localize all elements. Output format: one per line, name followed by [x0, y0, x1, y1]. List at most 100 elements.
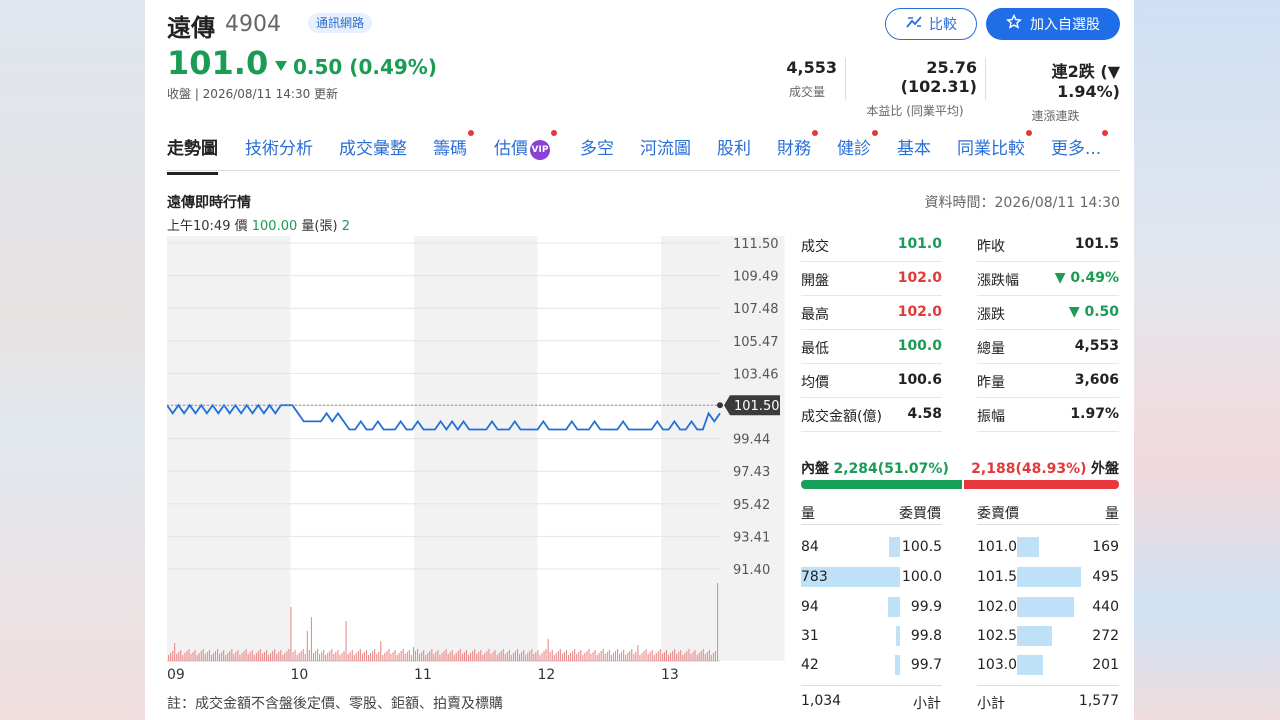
- orderbook-row: 31 99.8 102.5 272: [801, 626, 1119, 656]
- bid-price[interactable]: 99.7: [900, 657, 942, 673]
- volume-bar: [568, 655, 570, 661]
- volume-bar: [690, 654, 692, 661]
- volume-bar: [519, 654, 521, 661]
- tab-long-short[interactable]: 多空: [580, 134, 614, 159]
- volume-bar: [445, 649, 447, 661]
- volume-bar: [706, 652, 708, 661]
- volume-bar: [543, 651, 545, 661]
- volume-bar: [453, 655, 455, 661]
- volume-bar: [600, 651, 602, 661]
- ask-price[interactable]: 102.0: [977, 599, 1017, 615]
- volume-bar: [323, 650, 325, 661]
- tab-river-chart[interactable]: 河流圖: [640, 134, 691, 159]
- ask-price[interactable]: 103.0: [977, 657, 1017, 673]
- volume-bar: [259, 649, 261, 661]
- bid-price[interactable]: 100.5: [900, 539, 942, 555]
- tab-valuation[interactable]: 估價 VIP: [494, 130, 557, 160]
- volume-bar: [406, 652, 408, 661]
- orderbook-row: 94 99.9 102.0 440: [801, 597, 1119, 627]
- tab-peer-compare[interactable]: 同業比較: [957, 130, 1032, 159]
- volume-bar: [490, 654, 492, 661]
- volume-bar: [235, 652, 237, 661]
- tab-dividend[interactable]: 股利: [717, 134, 751, 159]
- quote-value: 100.6: [897, 372, 942, 388]
- volume-bar: [584, 653, 586, 661]
- volume-bar: [210, 655, 212, 661]
- volume-bar: [674, 649, 676, 661]
- volume-bar: [523, 650, 525, 661]
- volume-bar: [678, 652, 680, 661]
- bid-price[interactable]: 99.9: [900, 599, 942, 615]
- y-tick-label: 111.50: [733, 237, 779, 252]
- volume-bar: [398, 653, 400, 661]
- volume-bar: [376, 654, 378, 661]
- ask-price[interactable]: 102.5: [977, 628, 1017, 644]
- volume-bar: [655, 653, 657, 661]
- quote-value: 102.0: [897, 270, 942, 286]
- volume-bar: [245, 649, 247, 661]
- ask-price[interactable]: 101.5: [977, 569, 1017, 585]
- tab-more[interactable]: 更多...: [1051, 130, 1109, 159]
- quote-value: 3,606: [1074, 372, 1119, 388]
- tick-volume: 2: [341, 219, 350, 234]
- volume-bar: [617, 649, 619, 661]
- tab-trend[interactable]: 走勢圖: [167, 134, 218, 175]
- add-watchlist-button[interactable]: 加入自選股: [986, 8, 1120, 40]
- volume-bar: [508, 650, 510, 661]
- category-tag[interactable]: 通訊網路: [308, 13, 373, 33]
- volume-bar: [212, 653, 214, 661]
- volume-bar: [188, 649, 190, 661]
- volume-bar: [525, 655, 527, 661]
- volume-bar: [696, 655, 698, 661]
- tab-chips[interactable]: 籌碼: [433, 130, 474, 159]
- volume-bar: [302, 649, 304, 661]
- intraday-chart[interactable]: 111.50 109.49 107.48 105.47 103.46 99.44 97.43…: [167, 236, 787, 681]
- notification-dot: [1102, 130, 1109, 136]
- compare-button[interactable]: 比較: [885, 8, 977, 40]
- bid-qty: 84: [801, 539, 819, 555]
- add-watchlist-label: 加入自選股: [1030, 17, 1100, 33]
- tab-basic[interactable]: 基本: [897, 134, 931, 159]
- x-tick-label: 11: [414, 667, 432, 681]
- data-time: 資料時間：2026/08/11 14:30: [924, 195, 1121, 211]
- volume-bar: [441, 653, 443, 661]
- volume-bar: [325, 655, 327, 661]
- ask-depth-bar: [1017, 597, 1074, 617]
- tab-financial[interactable]: 財務: [777, 130, 818, 159]
- bid-price[interactable]: 100.0: [900, 569, 942, 585]
- volume-bar: [180, 650, 182, 661]
- tab-technical[interactable]: 技術分析: [245, 134, 313, 159]
- volume-bar: [386, 651, 388, 661]
- stat-volume-label: 成交量: [788, 85, 825, 99]
- volume-bar: [492, 652, 494, 661]
- footnote: 註：成交金額不含盤後定價、零股、鉅額、拍賣及標購: [167, 696, 503, 712]
- volume-bar: [304, 654, 306, 661]
- volume-bar: [657, 651, 659, 661]
- volume-bar: [437, 650, 439, 661]
- volume-bar: [533, 654, 535, 661]
- volume-bar: [353, 655, 355, 661]
- volume-bar: [704, 654, 706, 661]
- volume-bar: [206, 652, 208, 661]
- volume-bar: [521, 652, 523, 661]
- volume-bar: [463, 652, 465, 661]
- x-tick-label: 13: [661, 667, 679, 681]
- reference-price-label: 101.50: [734, 399, 780, 414]
- volume-bar: [239, 655, 241, 661]
- inner-bar: [801, 480, 962, 489]
- volume-bar: [408, 650, 410, 661]
- ask-price[interactable]: 101.0: [977, 539, 1017, 555]
- volume-bar: [306, 631, 308, 661]
- volume-bar: [443, 651, 445, 661]
- volume-bar: [561, 654, 563, 661]
- volume-bar: [280, 650, 282, 661]
- tab-trade-summary[interactable]: 成交彙整: [339, 134, 407, 159]
- bid-depth-bar: [888, 597, 900, 617]
- volume-bar: [574, 649, 576, 661]
- bid-price[interactable]: 99.8: [900, 628, 942, 644]
- tab-health[interactable]: 健診: [837, 130, 878, 159]
- volume-bar: [429, 651, 431, 661]
- volume-bar: [474, 649, 476, 661]
- volume-bar: [547, 639, 549, 661]
- volume-bar: [710, 655, 712, 661]
